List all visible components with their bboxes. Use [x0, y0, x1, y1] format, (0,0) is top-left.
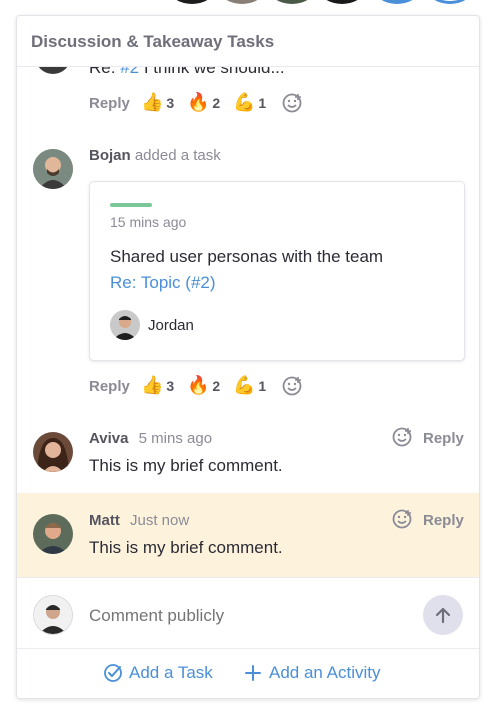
comment-header: Matt Just now — [89, 512, 189, 529]
reaction-thumbs-up[interactable]: 👍 3 — [141, 375, 174, 396]
author-name[interactable]: Matt — [89, 512, 120, 529]
current-user-avatar — [33, 595, 73, 635]
muscle-icon: 💪 — [233, 375, 256, 395]
avatar[interactable] — [170, 0, 214, 4]
reaction-count: 2 — [212, 94, 221, 111]
avatar — [33, 149, 73, 189]
add-reaction-icon[interactable] — [391, 508, 413, 535]
participant-avatars — [170, 0, 490, 6]
add-reaction-icon[interactable] — [281, 92, 303, 119]
discussion-panel: Discussion & Takeaway Tasks Re: #2 I thi… — [16, 15, 480, 699]
task-status-bar — [110, 203, 152, 207]
fire-icon: 🔥 — [187, 375, 210, 395]
check-circle-icon — [104, 664, 122, 682]
reaction-count: 2 — [212, 377, 221, 394]
assignee-avatar — [110, 310, 140, 340]
arrow-up-icon — [435, 607, 451, 624]
author-name[interactable]: Aviva — [89, 430, 128, 447]
task-time: 15 mins ago — [110, 214, 187, 230]
comment-input[interactable] — [87, 602, 411, 630]
reply-button[interactable]: Reply — [89, 95, 130, 112]
send-button[interactable] — [423, 595, 463, 635]
add-reaction-icon[interactable] — [391, 426, 413, 453]
task-event-action: added a task — [134, 147, 221, 164]
reaction-count: 1 — [258, 94, 267, 111]
comment-header: Aviva 5 mins ago — [89, 430, 212, 447]
avatar[interactable] — [320, 0, 364, 4]
comment-text: This is my brief comment. — [89, 538, 283, 557]
reaction-count: 1 — [258, 377, 267, 394]
task-event-line: Bojan added a task — [89, 147, 221, 164]
plus-icon — [245, 665, 261, 681]
avatar[interactable] — [220, 0, 264, 4]
reaction-muscle[interactable]: 💪 1 — [233, 375, 266, 396]
reply-button[interactable]: Reply — [423, 430, 464, 447]
avatar — [33, 432, 73, 472]
add-activity-label: Add an Activity — [269, 663, 381, 682]
avatar[interactable] — [375, 0, 419, 4]
thumbs-up-icon: 👍 — [141, 92, 164, 112]
highlighted-comment: Matt Just now Reply This is my brief com… — [17, 493, 479, 577]
reaction-thumbs-up[interactable]: 👍 3 — [141, 92, 174, 113]
thumbs-up-icon: 👍 — [141, 375, 164, 395]
add-reaction-icon[interactable] — [281, 375, 303, 402]
muscle-icon: 💪 — [233, 92, 256, 112]
avatar — [33, 514, 73, 554]
reaction-fire[interactable]: 🔥 2 — [187, 92, 220, 113]
add-participant-button[interactable] — [428, 0, 472, 4]
assignee-name: Jordan — [148, 317, 194, 334]
comment-time: 5 mins ago — [138, 430, 213, 447]
avatar[interactable] — [270, 0, 314, 4]
reply-button[interactable]: Reply — [423, 512, 464, 529]
panel-title: Discussion & Takeaway Tasks — [31, 32, 275, 51]
panel-footer: Add a Task Add an Activity — [17, 648, 479, 698]
comment-time: Just now — [130, 512, 190, 529]
task-card[interactable]: 15 mins ago Shared user personas with th… — [89, 181, 465, 361]
add-task-button[interactable]: Add a Task — [103, 663, 213, 683]
add-task-label: Add a Task — [129, 663, 213, 682]
panel-header: Discussion & Takeaway Tasks — [17, 16, 479, 67]
reaction-muscle[interactable]: 💪 1 — [233, 92, 266, 113]
fire-icon: 🔥 — [187, 92, 210, 112]
task-topic-link[interactable]: Re: Topic (#2) — [110, 273, 216, 293]
reaction-count: 3 — [166, 377, 175, 394]
task-title: Shared user personas with the team — [110, 247, 384, 266]
reaction-fire[interactable]: 🔥 2 — [187, 375, 220, 396]
add-activity-button[interactable]: Add an Activity — [243, 663, 381, 683]
comment-text: This is my brief comment. — [89, 456, 283, 475]
reply-button[interactable]: Reply — [89, 378, 130, 395]
author-name[interactable]: Bojan — [89, 147, 131, 164]
comment-composer — [17, 577, 479, 652]
reaction-count: 3 — [166, 94, 175, 111]
